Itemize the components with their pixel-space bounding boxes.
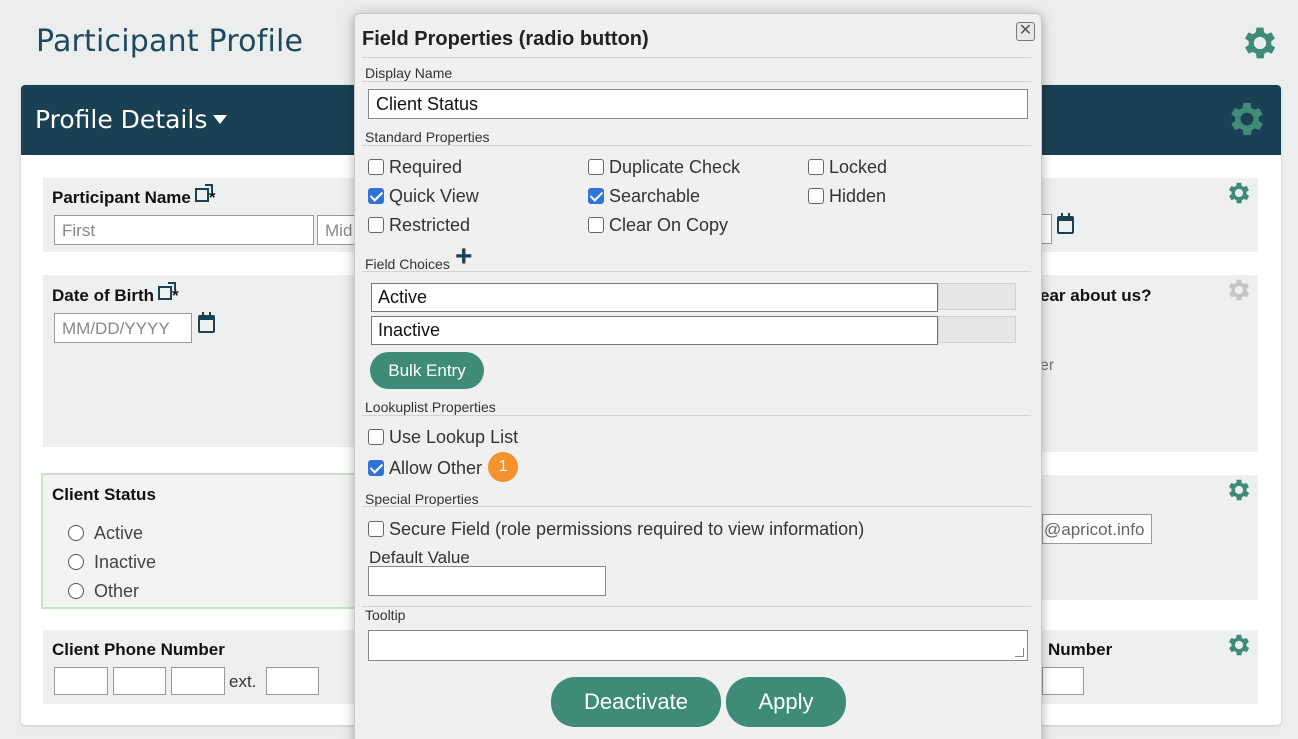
link-icon[interactable] (158, 282, 176, 300)
close-icon[interactable]: ✕ (1016, 22, 1035, 41)
phone-prefix-input[interactable] (113, 667, 166, 695)
divider (362, 57, 1031, 58)
email-input[interactable]: @apricot.info (1042, 514, 1152, 544)
phone-line-input[interactable] (171, 667, 225, 695)
checkbox-locked[interactable]: Locked (808, 157, 887, 178)
checkbox-quick-view[interactable]: Quick View (368, 186, 479, 207)
divider (362, 81, 1031, 82)
radio-icon[interactable] (68, 525, 84, 541)
checkbox-icon[interactable] (808, 188, 824, 204)
field-properties-dialog: Field Properties (radio button) ✕ Displa… (354, 13, 1042, 739)
phone-area-input[interactable] (54, 667, 108, 695)
apply-button[interactable]: Apply (726, 677, 846, 727)
radio-option[interactable]: Other (68, 581, 139, 602)
panel-title-dropdown[interactable]: Profile Details (35, 105, 228, 134)
field-label: Date of Birth * (52, 282, 179, 305)
date-of-birth-input[interactable]: MM/DD/YYYY (54, 313, 192, 343)
dialog-title: Field Properties (radio button) (362, 28, 649, 50)
field-label: Participant Name * (52, 184, 216, 207)
hear-about-us-card: ear about us? er (1040, 275, 1258, 452)
gear-icon[interactable] (1225, 476, 1253, 504)
default-value-label: Default Value (369, 548, 470, 567)
divider (362, 145, 1031, 146)
choice-color-cell[interactable] (938, 316, 1016, 343)
field-label: Client Phone Number (52, 640, 225, 659)
page-title: Participant Profile (36, 24, 304, 59)
right-date-card (1032, 178, 1258, 252)
field-label: Number (1048, 640, 1113, 659)
number-card: Number (1042, 630, 1258, 704)
divider (362, 271, 1031, 272)
ext-label: ext. (229, 672, 257, 691)
gear-icon[interactable] (1239, 22, 1281, 64)
checkbox-use-lookup-list[interactable]: Use Lookup List (368, 427, 518, 448)
section-label: Display Name (365, 65, 453, 81)
partial-option-text: er (1040, 357, 1055, 374)
phone-ext-input[interactable] (266, 667, 319, 695)
radio-option[interactable]: Active (68, 523, 143, 544)
checkbox-icon[interactable] (588, 188, 604, 204)
radio-icon[interactable] (68, 583, 84, 599)
radio-option[interactable]: Inactive (68, 552, 156, 573)
plus-icon[interactable]: + (455, 242, 473, 272)
first-name-input[interactable]: First (54, 215, 314, 245)
choice-color-cell[interactable] (938, 283, 1016, 310)
checkbox-secure-field[interactable]: Secure Field (role permissions required … (368, 519, 864, 540)
checkbox-icon[interactable] (368, 188, 384, 204)
deactivate-button[interactable]: Deactivate (551, 677, 721, 727)
calendar-icon[interactable] (1057, 213, 1074, 234)
email-card: @apricot.info (1042, 475, 1258, 600)
count-badge: 1 (488, 452, 519, 482)
checkbox-restricted[interactable]: Restricted (368, 215, 470, 236)
client-phone-card: Client Phone Number ext. (43, 630, 363, 704)
date-of-birth-card: Date of Birth * MM/DD/YYYY (43, 275, 363, 447)
section-label: Field Choices (365, 256, 450, 272)
link-icon[interactable] (194, 184, 213, 202)
divider (362, 606, 1031, 607)
checkbox-icon[interactable] (808, 159, 824, 175)
tooltip-textarea[interactable] (368, 630, 1028, 661)
section-label: Standard Properties (365, 129, 490, 145)
checkbox-icon[interactable] (588, 159, 604, 175)
field-choice-input[interactable]: Active (371, 283, 938, 312)
client-status-card: Client Status Active Inactive Other (41, 473, 365, 609)
checkbox-required[interactable]: Required (368, 157, 462, 178)
field-choice-input[interactable]: Inactive (371, 316, 938, 345)
checkbox-icon[interactable] (368, 159, 384, 175)
checkbox-icon[interactable] (368, 217, 384, 233)
gear-icon[interactable] (1225, 179, 1253, 207)
checkbox-hidden[interactable]: Hidden (808, 186, 886, 207)
bulk-entry-button[interactable]: Bulk Entry (370, 352, 484, 389)
display-name-input[interactable]: Client Status (368, 89, 1028, 119)
radio-icon[interactable] (68, 554, 84, 570)
checkbox-icon[interactable] (368, 429, 384, 445)
calendar-icon[interactable] (198, 312, 215, 333)
gear-icon[interactable] (1225, 631, 1253, 659)
default-value-input[interactable] (368, 566, 606, 596)
checkbox-duplicate-check[interactable]: Duplicate Check (588, 157, 740, 178)
resize-handle-icon[interactable] (1015, 648, 1024, 657)
gear-icon[interactable] (1225, 97, 1269, 141)
section-label: Tooltip (365, 607, 406, 623)
field-label: ear about us? (1040, 286, 1152, 305)
participant-name-card: Participant Name * First Mid (43, 178, 367, 252)
field-label: Client Status (52, 485, 156, 504)
divider (362, 415, 1031, 416)
caret-down-icon (213, 115, 228, 124)
checkbox-icon[interactable] (368, 459, 384, 476)
checkbox-icon[interactable] (368, 521, 384, 537)
gear-icon[interactable] (1225, 276, 1253, 304)
divider (362, 506, 1031, 507)
checkbox-icon[interactable] (588, 217, 604, 233)
checkbox-clear-on-copy[interactable]: Clear On Copy (588, 215, 728, 236)
section-label: Special Properties (365, 491, 479, 507)
checkbox-searchable[interactable]: Searchable (588, 186, 700, 207)
number-input[interactable] (1042, 667, 1084, 695)
checkbox-allow-other[interactable]: Allow Other 1 (368, 452, 519, 482)
section-label: Lookuplist Properties (365, 399, 496, 415)
panel-title-text: Profile Details (35, 105, 208, 134)
